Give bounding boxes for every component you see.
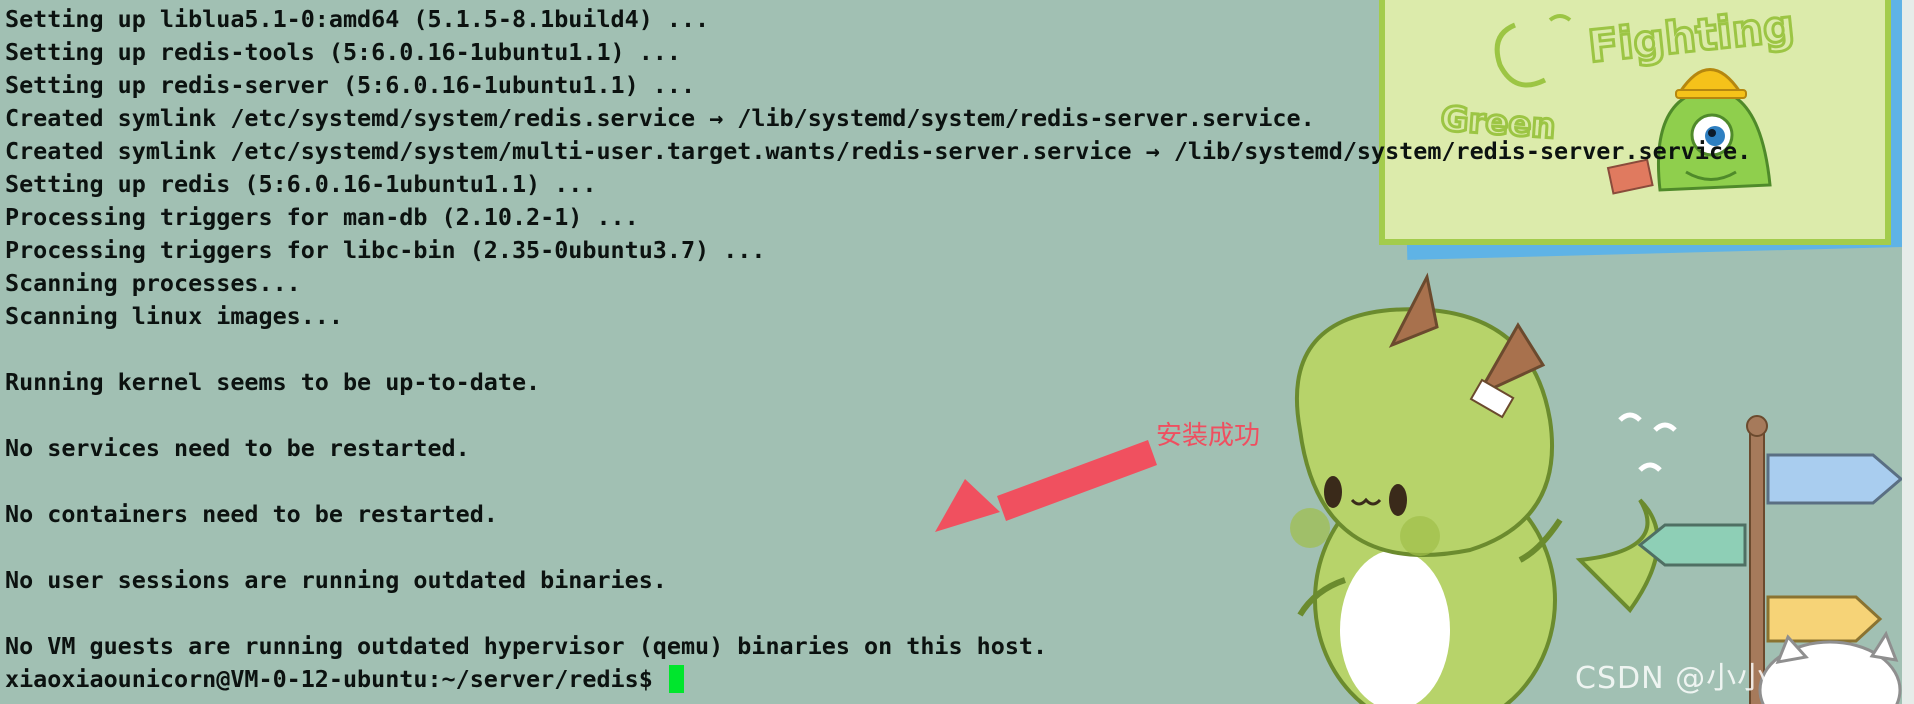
- success-annotation: 安装成功: [1156, 421, 1261, 451]
- output-line: Processing triggers for libc-bin (2.35-0…: [5, 236, 766, 264]
- scrollbar-track: [1902, 0, 1914, 704]
- output-line: Setting up redis-tools (5:6.0.16-1ubuntu…: [5, 38, 681, 66]
- output-line: No user sessions are running outdated bi…: [5, 566, 667, 594]
- output-line: [5, 531, 1751, 564]
- prompt-line[interactable]: xiaoxiaounicorn@VM-0-12-ubuntu:~/server/…: [5, 663, 1751, 696]
- output-line: Scanning linux images...: [5, 302, 343, 330]
- output-line: Setting up redis-server (5:6.0.16-1ubunt…: [5, 71, 696, 99]
- terminal-window[interactable]: Fighting Green Setting up liblua5.1-0:am…: [0, 0, 1914, 704]
- terminal-output: Setting up liblua5.1-0:amd64 (5.1.5-8.1b…: [5, 3, 1751, 696]
- output-line: Created symlink /etc/systemd/system/mult…: [5, 137, 1752, 165]
- terminal-cursor[interactable]: [668, 665, 684, 693]
- output-line: Scanning processes...: [5, 269, 301, 297]
- output-line: [5, 399, 1751, 432]
- shell-prompt: xiaoxiaounicorn@VM-0-12-ubuntu:~/server/…: [5, 665, 667, 693]
- output-line: Setting up redis (5:6.0.16-1ubuntu1.1) .…: [5, 170, 597, 198]
- output-line: [5, 597, 1751, 630]
- output-line: Setting up liblua5.1-0:amd64 (5.1.5-8.1b…: [5, 5, 710, 33]
- output-line: [5, 465, 1751, 498]
- output-line: Processing triggers for man-db (2.10.2-1…: [5, 203, 639, 231]
- output-line: No services need to be restarted.: [5, 434, 470, 462]
- output-line: Created symlink /etc/systemd/system/redi…: [5, 104, 1315, 132]
- output-line: No containers need to be restarted.: [5, 500, 498, 528]
- csdn-watermark: CSDN @小小unicorn: [1575, 661, 1888, 696]
- output-line: No VM guests are running outdated hyperv…: [5, 632, 1048, 660]
- output-line: Running kernel seems to be up-to-date.: [5, 368, 541, 396]
- output-line: [5, 333, 1751, 366]
